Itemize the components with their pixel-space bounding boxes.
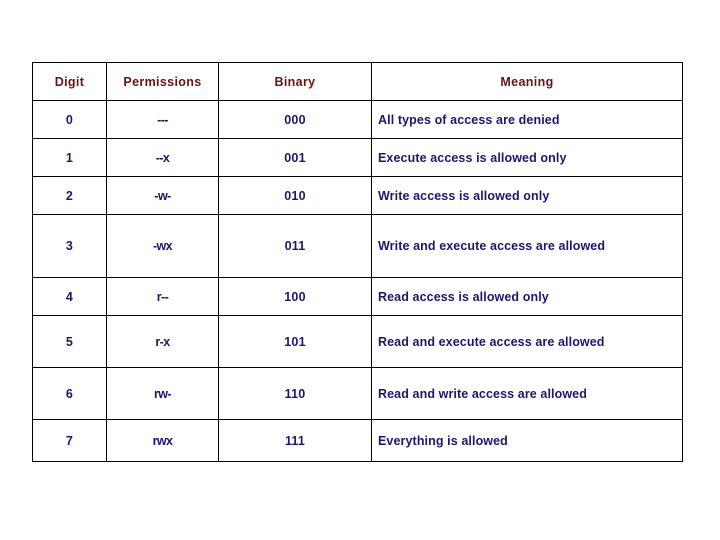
cell-meaning: Execute access is allowed only	[371, 138, 683, 177]
cell-binary: 011	[218, 214, 372, 278]
cell-meaning: Everything is allowed	[371, 419, 683, 462]
cell-binary: 010	[218, 176, 372, 215]
cell-digit: 2	[32, 176, 107, 215]
cell-permissions: r--	[106, 277, 219, 316]
cell-permissions: -w-	[106, 176, 219, 215]
table-row: 4 r-- 100 Read access is allowed only	[32, 277, 683, 316]
permissions-table-container: Digit Permissions Binary Meaning 0 --- 0…	[32, 62, 683, 462]
table-row: 2 -w- 010 Write access is allowed only	[32, 176, 683, 215]
cell-permissions: -wx	[106, 214, 219, 278]
cell-permissions: rw-	[106, 367, 219, 420]
table-header-row: Digit Permissions Binary Meaning	[32, 62, 683, 101]
table-header: Digit Permissions Binary Meaning	[32, 62, 683, 101]
cell-digit: 5	[32, 315, 107, 368]
table-row: 0 --- 000 All types of access are denied	[32, 100, 683, 139]
cell-meaning: Read and execute access are allowed	[371, 315, 683, 368]
cell-digit: 4	[32, 277, 107, 316]
table-row: 5 r-x 101 Read and execute access are al…	[32, 315, 683, 368]
cell-binary: 100	[218, 277, 372, 316]
cell-binary: 101	[218, 315, 372, 368]
cell-digit: 7	[32, 419, 107, 462]
cell-permissions: rwx	[106, 419, 219, 462]
cell-digit: 0	[32, 100, 107, 139]
table-body: 0 --- 000 All types of access are denied…	[32, 100, 683, 462]
cell-digit: 6	[32, 367, 107, 420]
cell-permissions: r-x	[106, 315, 219, 368]
cell-meaning: All types of access are denied	[371, 100, 683, 139]
cell-binary: 000	[218, 100, 372, 139]
cell-digit: 3	[32, 214, 107, 278]
table-row: 3 -wx 011 Write and execute access are a…	[32, 214, 683, 278]
permissions-table: Digit Permissions Binary Meaning 0 --- 0…	[32, 62, 683, 462]
cell-meaning: Read access is allowed only	[371, 277, 683, 316]
cell-meaning: Read and write access are allowed	[371, 367, 683, 420]
column-header-digit: Digit	[32, 62, 107, 101]
column-header-meaning: Meaning	[371, 62, 683, 101]
table-row: 7 rwx 111 Everything is allowed	[32, 419, 683, 462]
cell-binary: 001	[218, 138, 372, 177]
cell-binary: 111	[218, 419, 372, 462]
column-header-binary: Binary	[218, 62, 372, 101]
table-row: 6 rw- 110 Read and write access are allo…	[32, 367, 683, 420]
table-row: 1 --x 001 Execute access is allowed only	[32, 138, 683, 177]
cell-permissions: --x	[106, 138, 219, 177]
column-header-permissions: Permissions	[106, 62, 219, 101]
cell-meaning: Write access is allowed only	[371, 176, 683, 215]
cell-meaning: Write and execute access are allowed	[371, 214, 683, 278]
cell-binary: 110	[218, 367, 372, 420]
cell-digit: 1	[32, 138, 107, 177]
cell-permissions: ---	[106, 100, 219, 139]
